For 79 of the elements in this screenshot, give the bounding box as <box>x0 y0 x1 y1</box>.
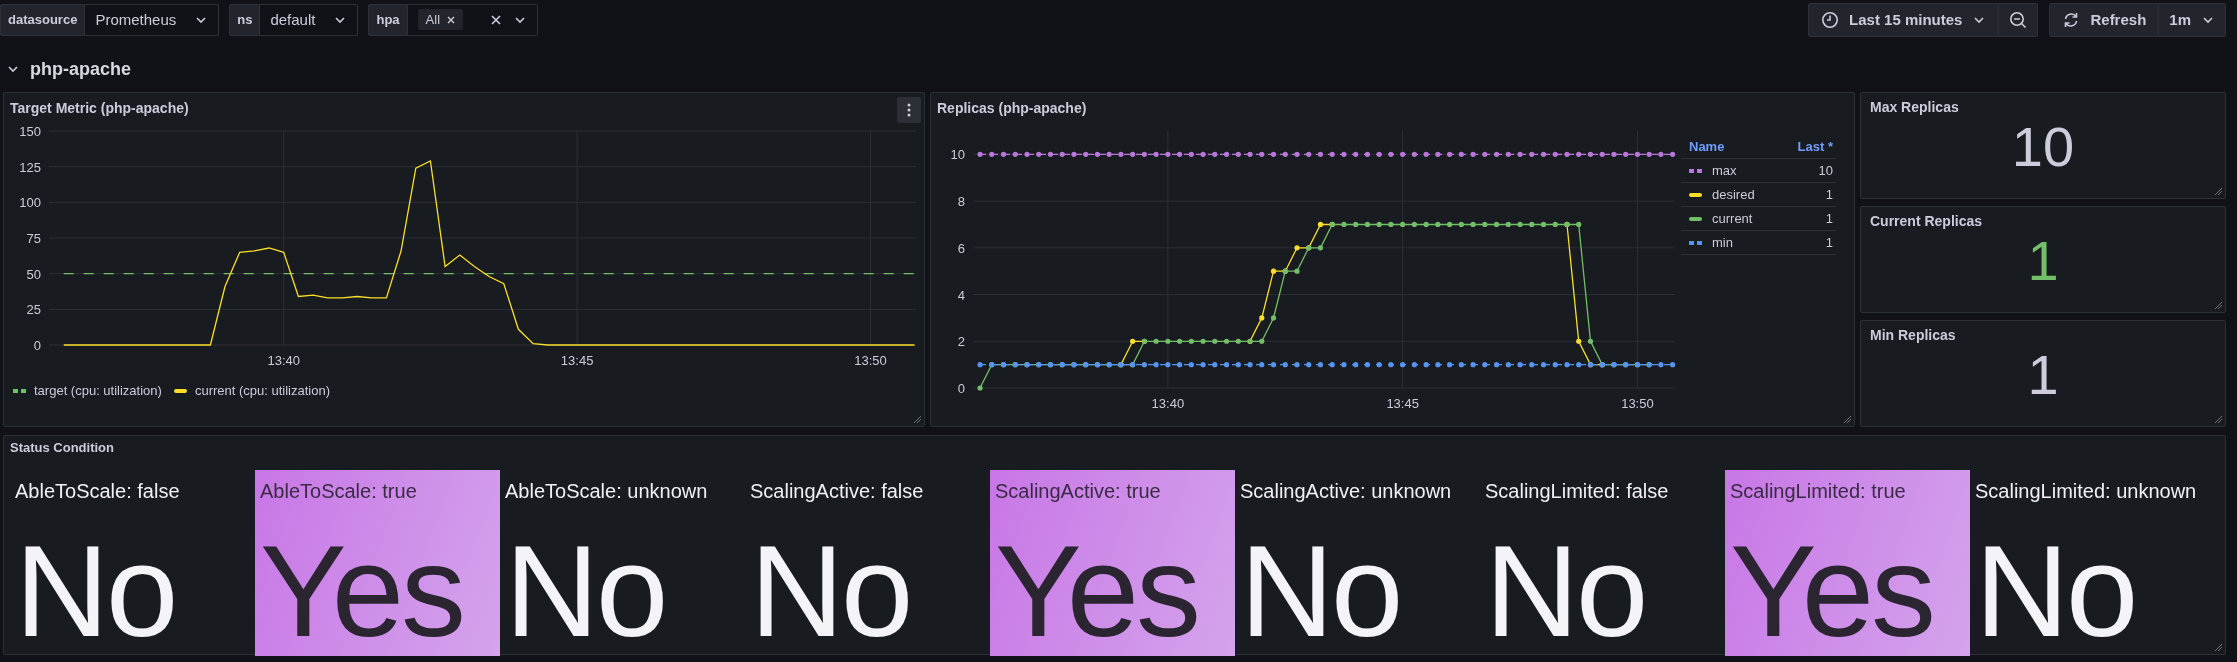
variable-label: ns <box>229 3 261 36</box>
axis-label: 13:50 <box>1621 396 1654 411</box>
select-value: Prometheus <box>95 11 177 28</box>
axis-label: 13:40 <box>1151 396 1185 411</box>
variable-select[interactable]: Prometheus <box>85 3 220 36</box>
panel-title: Status Condition <box>10 440 115 457</box>
panel-title: Max Replicas <box>1870 99 1960 115</box>
tile-label: ScalingActive: unknown <box>1240 480 1453 504</box>
value-tag[interactable]: All <box>417 9 464 30</box>
legend-value: 1 <box>1825 211 1833 226</box>
legend-value: 1 <box>1825 187 1833 202</box>
clear-icon[interactable] <box>489 12 504 27</box>
tile-value: No <box>750 536 912 646</box>
legend-value: 1 <box>1825 235 1833 250</box>
axis-label: 13:45 <box>560 353 594 368</box>
legend-label[interactable]: current <box>1712 211 1753 226</box>
variable-label: hpa <box>368 3 408 36</box>
axis-label: 6 <box>957 240 965 256</box>
panel-title: Target Metric (php-apache) <box>10 100 189 116</box>
axis-label: 4 <box>957 287 965 303</box>
tile-label: ScalingActive: true <box>995 480 1162 504</box>
axis-label: 50 <box>26 266 41 282</box>
tile-value: No <box>1975 536 2137 646</box>
variable-select[interactable]: All <box>407 3 539 36</box>
resize-handle-icon[interactable] <box>912 414 922 424</box>
legend-label[interactable]: min <box>1712 235 1733 250</box>
tile-label: AbleToScale: true <box>260 480 418 504</box>
select-value: default <box>270 11 316 28</box>
resize-handle-icon[interactable] <box>2213 300 2223 310</box>
row-title[interactable]: php-apache <box>30 58 131 80</box>
axis-label: 2 <box>957 334 965 350</box>
axis-label: 25 <box>26 302 41 318</box>
panel-title: Min Replicas <box>1870 327 1957 343</box>
stat-value: 10 <box>2010 117 2076 177</box>
axis-label: 75 <box>26 231 41 246</box>
axis-label: 0 <box>33 338 41 353</box>
legend-column-header[interactable]: Name <box>1689 139 1725 154</box>
clock-icon <box>1821 10 1840 29</box>
stat-value: 1 <box>2026 345 2060 405</box>
panel-title: Replicas (php-apache) <box>937 100 1087 116</box>
legend-value: 10 <box>1818 163 1833 178</box>
legend-label[interactable]: desired <box>1712 187 1755 202</box>
tile-value: No <box>15 536 177 646</box>
axis-label: 13:45 <box>1386 396 1419 411</box>
legend-label[interactable]: current (cpu: utilization) <box>194 383 331 398</box>
tile-label: ScalingLimited: unknown <box>1975 480 2198 504</box>
tile-label: AbleToScale: unknown <box>505 480 709 504</box>
variable-select[interactable]: default <box>260 3 359 36</box>
legend-label[interactable]: target (cpu: utilization) <box>34 383 162 398</box>
resize-handle-icon[interactable] <box>2213 186 2223 196</box>
legend-column-header[interactable]: Last * <box>1797 139 1833 154</box>
axis-label: 150 <box>19 124 41 139</box>
variable-label: datasource <box>0 3 86 36</box>
resize-handle-icon[interactable] <box>1842 414 1852 424</box>
panel-menu-button[interactable] <box>897 97 921 123</box>
resize-handle-icon[interactable] <box>2213 414 2223 424</box>
tile-value: No <box>1485 536 1647 646</box>
axis-label: 8 <box>957 194 965 210</box>
axis-label: 0 <box>957 381 965 396</box>
tile-label: ScalingActive: false <box>750 480 925 504</box>
stat-value: 1 <box>2026 231 2060 291</box>
axis-label: 10 <box>950 147 965 163</box>
axis-label: 125 <box>19 159 41 175</box>
tile-label: AbleToScale: false <box>15 480 181 504</box>
tile-label: ScalingLimited: true <box>1730 480 1907 504</box>
tile-value: Yes <box>260 536 465 646</box>
resize-handle-icon[interactable] <box>2213 642 2223 652</box>
zoom-out-icon <box>2009 10 2028 29</box>
axis-label: 13:50 <box>854 353 887 368</box>
axis-label: 100 <box>19 195 41 211</box>
tile-value: No <box>505 536 667 646</box>
tile-value: No <box>1240 536 1402 646</box>
tile-label: ScalingLimited: false <box>1485 480 1670 504</box>
kebab-menu-icon <box>907 103 911 117</box>
tile-value: Yes <box>1730 536 1935 646</box>
tile-value: Yes <box>995 536 1200 646</box>
panel-title: Current Replicas <box>1870 213 1984 229</box>
legend-label[interactable]: max <box>1712 163 1737 178</box>
axis-label: 13:40 <box>267 353 300 368</box>
